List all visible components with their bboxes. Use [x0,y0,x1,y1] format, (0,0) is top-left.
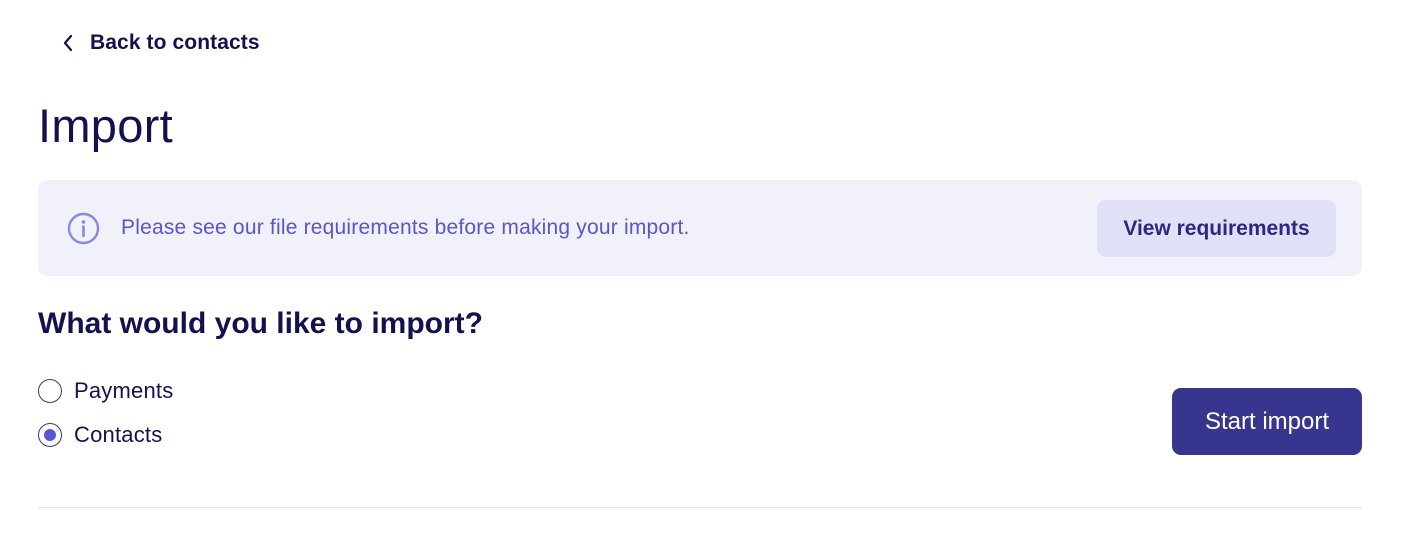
import-page: Back to contacts Import Please see our f… [0,0,1404,546]
info-icon [67,212,100,245]
radio-option-payments[interactable]: Payments [38,378,173,404]
payments-radio[interactable] [38,379,62,403]
view-requirements-button[interactable]: View requirements [1097,200,1336,257]
payments-radio-label: Payments [74,378,174,403]
info-banner: Please see our file requirements before … [38,180,1362,276]
contacts-radio[interactable] [38,423,62,447]
divider [38,507,1362,508]
info-banner-text: Please see our file requirements before … [121,216,690,239]
radio-option-contacts[interactable]: Contacts [38,422,162,448]
contacts-radio-label: Contacts [74,422,163,447]
start-import-button[interactable]: Start import [1172,388,1362,455]
import-question-heading: What would you like to import? [38,307,483,340]
page-title: Import [38,99,173,152]
chevron-left-icon [60,33,76,53]
back-link-label: Back to contacts [90,31,260,54]
back-to-contacts-link[interactable]: Back to contacts [60,26,260,60]
radio-selected-dot [44,429,56,441]
